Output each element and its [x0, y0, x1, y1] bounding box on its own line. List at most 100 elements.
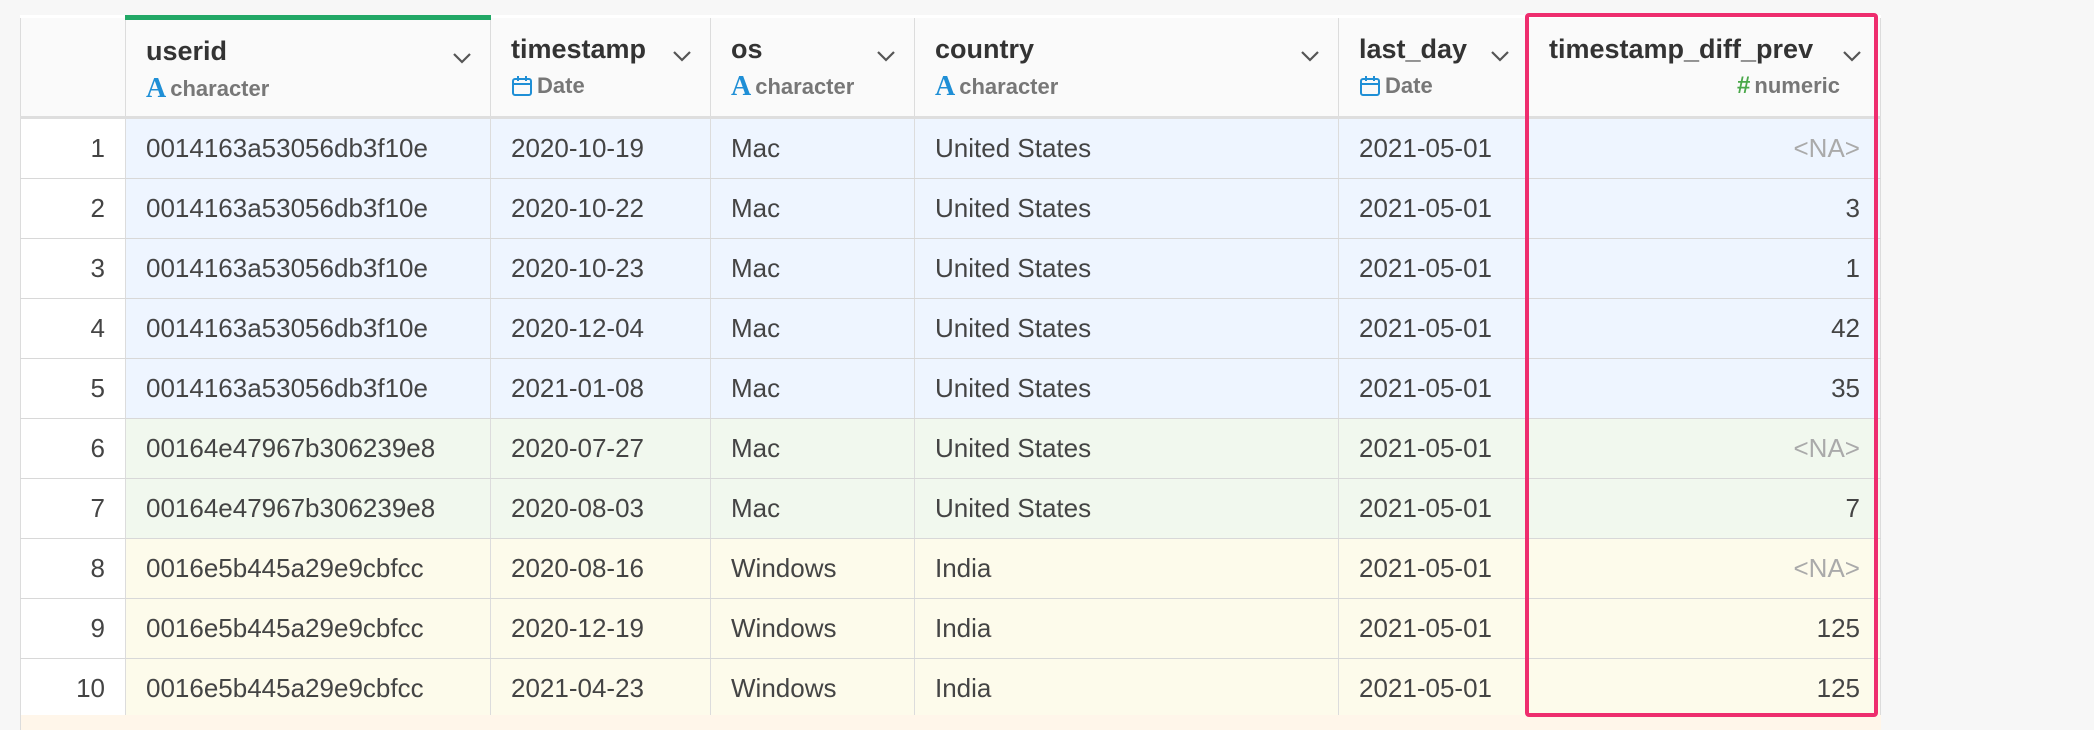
cell-timestamp-diff-prev[interactable]: <NA>: [1528, 418, 1881, 479]
column-type: Date: [1385, 72, 1433, 98]
chevron-down-icon[interactable]: [1840, 44, 1864, 68]
row-number: 10: [20, 658, 126, 719]
cell-userid[interactable]: 0014163a53056db3f10e: [125, 358, 491, 419]
cell-timestamp-diff-prev[interactable]: 7: [1528, 478, 1881, 539]
cell-userid[interactable]: 0016e5b445a29e9cbfcc: [125, 598, 491, 659]
table-row: 7 00164e47967b306239e8 2020-08-03 Mac United…: [20, 478, 1881, 539]
cell-country[interactable]: India: [914, 598, 1339, 659]
cell-last-day[interactable]: 2021-05-01: [1338, 358, 1529, 419]
cell-timestamp-diff-prev[interactable]: 125: [1528, 598, 1881, 659]
cell-os[interactable]: Mac: [710, 178, 915, 239]
cell-country[interactable]: United States: [914, 358, 1339, 419]
cell-timestamp[interactable]: 2020-10-23: [490, 238, 711, 299]
column-header-country[interactable]: country A character: [914, 17, 1339, 119]
cell-timestamp[interactable]: 2020-12-04: [490, 298, 711, 359]
table-row: 1 0014163a53056db3f10e 2020-10-19 Mac United…: [20, 117, 1881, 179]
cell-os[interactable]: Mac: [710, 418, 915, 479]
table-row: 2 0014163a53056db3f10e 2020-10-22 Mac United…: [20, 178, 1881, 239]
cell-userid[interactable]: 0014163a53056db3f10e: [125, 238, 491, 299]
cell-last-day[interactable]: 2021-05-01: [1338, 538, 1529, 599]
cell-last-day[interactable]: 2021-05-01: [1338, 298, 1529, 359]
column-name: timestamp: [511, 33, 647, 64]
cell-last-day[interactable]: 2021-05-01: [1338, 117, 1529, 179]
grid-body: 1 0014163a53056db3f10e 2020-10-19 Mac United…: [20, 117, 1881, 719]
cell-country[interactable]: India: [914, 538, 1339, 599]
cell-timestamp[interactable]: 2021-04-23: [490, 658, 711, 719]
column-name: country: [935, 33, 1035, 64]
row-number: 7: [20, 478, 126, 539]
cell-userid[interactable]: 00164e47967b306239e8: [125, 478, 491, 539]
cell-country[interactable]: United States: [914, 478, 1339, 539]
column-name: last_day: [1359, 33, 1468, 64]
chevron-down-icon[interactable]: [670, 44, 694, 68]
cell-userid[interactable]: 0014163a53056db3f10e: [125, 117, 491, 179]
column-header-last-day[interactable]: last_day Date: [1338, 17, 1529, 119]
cell-timestamp[interactable]: 2021-01-08: [490, 358, 711, 419]
data-grid: userid A character timestamp Date os A c…: [20, 15, 1881, 719]
cell-userid[interactable]: 00164e47967b306239e8: [125, 418, 491, 479]
column-type: character: [959, 73, 1059, 99]
cell-timestamp[interactable]: 2020-12-19: [490, 598, 711, 659]
table-row: 10 0016e5b445a29e9cbfcc 2021-04-23 Windows I…: [20, 658, 1881, 719]
column-header-os[interactable]: os A character: [710, 17, 915, 119]
cell-timestamp[interactable]: 2020-08-16: [490, 538, 711, 599]
row-number: 2: [20, 178, 126, 239]
cell-os[interactable]: Windows: [710, 658, 915, 719]
cell-timestamp[interactable]: 2020-10-22: [490, 178, 711, 239]
column-name: userid: [146, 36, 228, 66]
cell-last-day[interactable]: 2021-05-01: [1338, 658, 1529, 719]
character-icon: A: [731, 70, 752, 102]
chevron-down-icon[interactable]: [1298, 44, 1322, 68]
cell-userid[interactable]: 0014163a53056db3f10e: [125, 298, 491, 359]
column-header-userid[interactable]: userid A character: [125, 15, 491, 119]
cell-timestamp-diff-prev[interactable]: 42: [1528, 298, 1881, 359]
row-number: 3: [20, 238, 126, 299]
row-number: 6: [20, 418, 126, 479]
cell-os[interactable]: Mac: [710, 358, 915, 419]
cell-last-day[interactable]: 2021-05-01: [1338, 238, 1529, 299]
chevron-down-icon[interactable]: [450, 46, 474, 70]
chevron-down-icon[interactable]: [874, 44, 898, 68]
cell-os[interactable]: Windows: [710, 538, 915, 599]
cell-last-day[interactable]: 2021-05-01: [1338, 478, 1529, 539]
chevron-down-icon[interactable]: [1488, 44, 1512, 68]
cell-last-day[interactable]: 2021-05-01: [1338, 598, 1529, 659]
cell-timestamp-diff-prev[interactable]: 3: [1528, 178, 1881, 239]
calendar-icon: [512, 75, 532, 96]
cell-timestamp-diff-prev[interactable]: 35: [1528, 358, 1881, 419]
cell-last-day[interactable]: 2021-05-01: [1338, 418, 1529, 479]
header-row: userid A character timestamp Date os A c…: [20, 15, 1881, 119]
numeric-icon: #: [1737, 71, 1751, 99]
cell-timestamp-diff-prev[interactable]: 1: [1528, 238, 1881, 299]
cell-timestamp-diff-prev[interactable]: 125: [1528, 658, 1881, 719]
cell-userid[interactable]: 0016e5b445a29e9cbfcc: [125, 538, 491, 599]
cell-userid[interactable]: 0014163a53056db3f10e: [125, 178, 491, 239]
cell-os[interactable]: Mac: [710, 238, 915, 299]
cell-country[interactable]: United States: [914, 238, 1339, 299]
cell-country[interactable]: United States: [914, 178, 1339, 239]
column-type: character: [755, 73, 855, 99]
cell-os[interactable]: Mac: [710, 298, 915, 359]
cell-userid[interactable]: 0016e5b445a29e9cbfcc: [125, 658, 491, 719]
cell-timestamp[interactable]: 2020-08-03: [490, 478, 711, 539]
column-type: numeric: [1754, 72, 1840, 98]
cell-timestamp[interactable]: 2020-07-27: [490, 418, 711, 479]
cell-country[interactable]: United States: [914, 298, 1339, 359]
cell-timestamp[interactable]: 2020-10-19: [490, 117, 711, 179]
cell-os[interactable]: Mac: [710, 117, 915, 179]
cell-timestamp-diff-prev[interactable]: <NA>: [1528, 538, 1881, 599]
cell-os[interactable]: Windows: [710, 598, 915, 659]
cell-last-day[interactable]: 2021-05-01: [1338, 178, 1529, 239]
cell-timestamp-diff-prev[interactable]: <NA>: [1528, 117, 1881, 179]
cell-country[interactable]: United States: [914, 117, 1339, 179]
row-number: 8: [20, 538, 126, 599]
column-header-timestamp-diff-prev[interactable]: timestamp_diff_prev # numeric: [1528, 17, 1881, 119]
cell-country[interactable]: United States: [914, 418, 1339, 479]
table-row: 4 0014163a53056db3f10e 2020-12-04 Mac United…: [20, 298, 1881, 359]
column-name: timestamp_diff_prev: [1549, 33, 1814, 64]
row-number-header: [20, 17, 126, 119]
column-header-timestamp[interactable]: timestamp Date: [490, 17, 711, 119]
cell-os[interactable]: Mac: [710, 478, 915, 539]
cell-country[interactable]: India: [914, 658, 1339, 719]
table-row: 5 0014163a53056db3f10e 2021-01-08 Mac United…: [20, 358, 1881, 419]
